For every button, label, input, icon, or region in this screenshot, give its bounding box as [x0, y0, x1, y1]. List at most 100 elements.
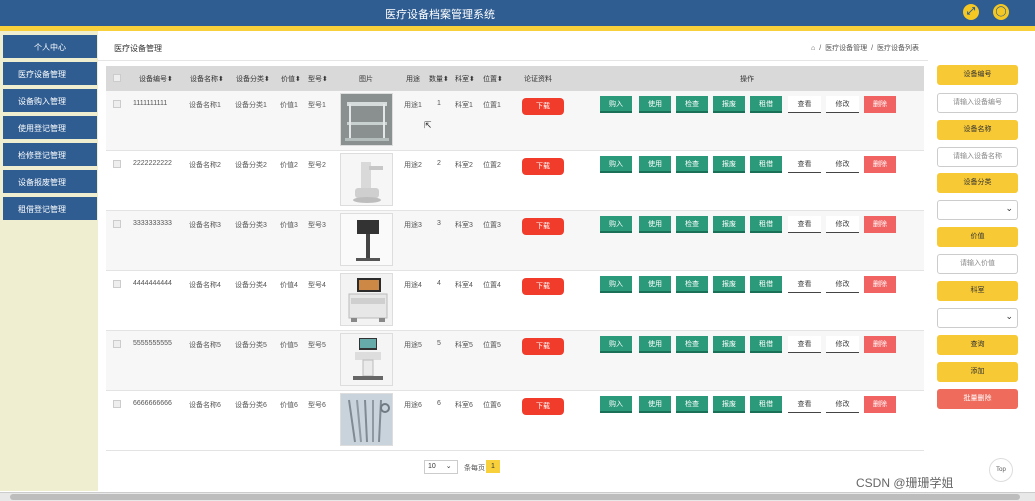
device-image[interactable]	[340, 333, 393, 386]
action-button[interactable]: 删除	[864, 156, 896, 173]
filter-name-input[interactable]: 请输入设备名称	[937, 147, 1018, 167]
sidebar-item-maintenance-registration[interactable]: 检修登记管理	[3, 143, 97, 168]
row-checkbox[interactable]	[113, 280, 121, 288]
action-button[interactable]: 检查	[676, 276, 708, 293]
col-model[interactable]: 型号⬍	[308, 74, 328, 84]
action-button[interactable]: 删除	[864, 336, 896, 353]
select-all-checkbox[interactable]	[113, 74, 121, 82]
filter-dept-select[interactable]	[937, 308, 1018, 328]
col-price[interactable]: 价值⬍	[281, 74, 301, 84]
row-checkbox[interactable]	[113, 220, 121, 228]
action-button[interactable]: 报废	[713, 156, 745, 173]
action-button[interactable]: 报废	[713, 336, 745, 353]
action-button[interactable]: 报废	[713, 276, 745, 293]
action-button[interactable]: 报废	[713, 216, 745, 233]
search-button[interactable]: 查询	[937, 335, 1018, 355]
download-button[interactable]: 下载	[522, 98, 564, 115]
cell-qty: 2	[437, 160, 441, 167]
action-button[interactable]: 购入	[600, 96, 632, 113]
action-button[interactable]: 修改	[826, 156, 859, 173]
action-button[interactable]: 删除	[864, 216, 896, 233]
action-button[interactable]: 租借	[750, 396, 782, 413]
scrollbar-thumb[interactable]	[10, 494, 1020, 500]
action-button[interactable]: 使用	[639, 336, 671, 353]
row-checkbox[interactable]	[113, 100, 121, 108]
action-button[interactable]: 购入	[600, 336, 632, 353]
action-button[interactable]: 租借	[750, 336, 782, 353]
download-button[interactable]: 下载	[522, 158, 564, 175]
col-code[interactable]: 设备编号⬍	[139, 74, 173, 84]
device-image[interactable]	[340, 153, 393, 206]
action-button[interactable]: 报废	[713, 96, 745, 113]
action-button[interactable]: 检查	[676, 396, 708, 413]
sidebar-item-device-management[interactable]: 医疗设备管理	[3, 62, 97, 87]
breadcrumb-item-management[interactable]: 医疗设备管理	[825, 45, 867, 52]
add-button[interactable]: 添加	[937, 362, 1018, 382]
action-button[interactable]: 购入	[600, 216, 632, 233]
sidebar-item-scrap-management[interactable]: 设备报废管理	[3, 170, 97, 195]
action-button[interactable]: 查看	[788, 156, 821, 173]
sidebar-item-profile[interactable]: 个人中心	[3, 35, 97, 60]
row-checkbox[interactable]	[113, 160, 121, 168]
filter-code-input[interactable]: 请输入设备编号	[937, 93, 1018, 113]
action-button[interactable]: 修改	[826, 96, 859, 113]
action-button[interactable]: 检查	[676, 156, 708, 173]
device-image[interactable]	[340, 213, 393, 266]
row-checkbox[interactable]	[113, 400, 121, 408]
action-button[interactable]: 删除	[864, 96, 896, 113]
filter-price-input[interactable]: 请输入价值	[937, 254, 1018, 274]
action-button[interactable]: 修改	[826, 336, 859, 353]
action-button[interactable]: 购入	[600, 156, 632, 173]
user-icon[interactable]: ◯	[993, 4, 1009, 20]
sidebar-item-rental-registration[interactable]: 租借登记管理	[3, 197, 97, 222]
download-button[interactable]: 下载	[522, 338, 564, 355]
action-button[interactable]: 使用	[639, 216, 671, 233]
col-category[interactable]: 设备分类⬍	[236, 74, 270, 84]
download-button[interactable]: 下载	[522, 278, 564, 295]
action-button[interactable]: 删除	[864, 396, 896, 413]
action-button[interactable]: 购入	[600, 276, 632, 293]
col-qty[interactable]: 数量⬍	[429, 74, 449, 84]
row-checkbox[interactable]	[113, 340, 121, 348]
action-button[interactable]: 购入	[600, 396, 632, 413]
col-location[interactable]: 位置⬍	[483, 74, 503, 84]
action-button[interactable]: 查看	[788, 276, 821, 293]
horizontal-scrollbar[interactable]	[0, 492, 1035, 501]
action-button[interactable]: 查看	[788, 96, 821, 113]
action-button[interactable]: 修改	[826, 216, 859, 233]
action-button[interactable]: 查看	[788, 396, 821, 413]
filter-category-select[interactable]	[937, 200, 1018, 220]
page-size-select[interactable]: 10 ⌄	[424, 460, 458, 474]
action-button[interactable]: 删除	[864, 276, 896, 293]
action-button[interactable]: 租借	[750, 216, 782, 233]
action-button[interactable]: 检查	[676, 96, 708, 113]
col-name[interactable]: 设备名称⬍	[190, 74, 224, 84]
action-button[interactable]: 租借	[750, 156, 782, 173]
action-button[interactable]: 查看	[788, 216, 821, 233]
action-button[interactable]: 租借	[750, 276, 782, 293]
home-icon[interactable]: ⌂	[811, 45, 815, 52]
device-image[interactable]	[340, 93, 393, 146]
action-button[interactable]: 使用	[639, 96, 671, 113]
device-image[interactable]	[340, 273, 393, 326]
action-button[interactable]: 修改	[826, 276, 859, 293]
download-button[interactable]: 下载	[522, 218, 564, 235]
sidebar-item-purchase-management[interactable]: 设备购入管理	[3, 89, 97, 114]
sidebar-item-usage-registration[interactable]: 使用登记管理	[3, 116, 97, 141]
action-button[interactable]: 使用	[639, 276, 671, 293]
batch-delete-button[interactable]: 批量删除	[937, 389, 1018, 409]
action-button[interactable]: 查看	[788, 336, 821, 353]
download-button[interactable]: 下载	[522, 398, 564, 415]
action-button[interactable]: 修改	[826, 396, 859, 413]
action-button[interactable]: 租借	[750, 96, 782, 113]
action-button[interactable]: 报废	[713, 396, 745, 413]
action-button[interactable]: 检查	[676, 336, 708, 353]
device-image[interactable]	[340, 393, 393, 446]
back-to-top-button[interactable]: Top	[989, 458, 1013, 482]
action-button[interactable]: 检查	[676, 216, 708, 233]
fullscreen-icon[interactable]: ⤢	[963, 4, 979, 20]
col-dept[interactable]: 科室⬍	[455, 74, 475, 84]
action-button[interactable]: 使用	[639, 396, 671, 413]
action-button[interactable]: 使用	[639, 156, 671, 173]
page-number-current[interactable]: 1	[486, 460, 500, 473]
